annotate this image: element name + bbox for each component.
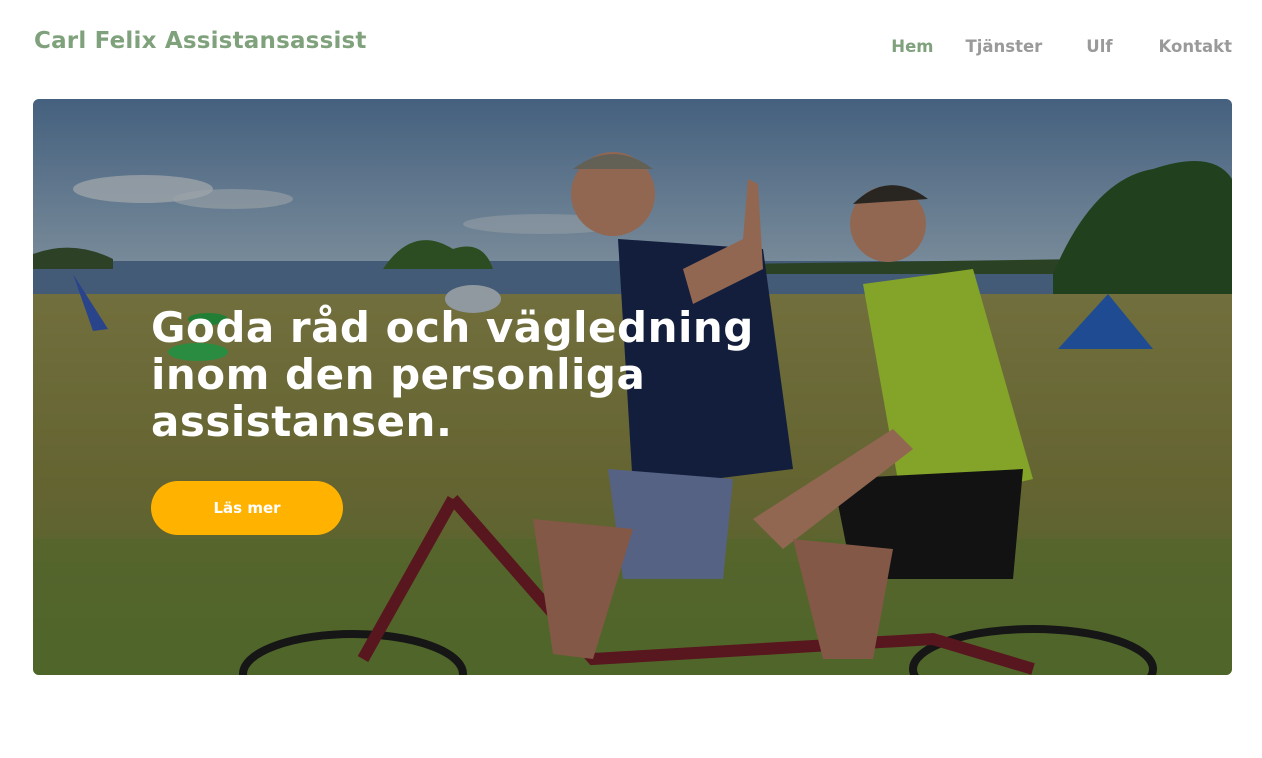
nav-item-tjanster[interactable]: Tjänster [965,37,1042,56]
site-logo-link[interactable]: Carl Felix Assistansassist [34,28,367,54]
read-more-button[interactable]: Läs mer [151,481,343,535]
nav-item-kontakt[interactable]: Kontakt [1159,37,1232,56]
nav-item-ulf[interactable]: Ulf [1086,37,1112,56]
nav-item-hem[interactable]: Hem [891,37,933,56]
hero-heading: Goda råd och vägledning inom den personl… [151,303,754,446]
page: Carl Felix Assistansassist Hem Tjänster … [0,0,1262,758]
hero-section: Goda råd och vägledning inom den personl… [33,99,1232,675]
main-nav: Hem Tjänster Ulf Kontakt [891,33,1232,59]
site-header: Carl Felix Assistansassist Hem Tjänster … [0,0,1262,92]
